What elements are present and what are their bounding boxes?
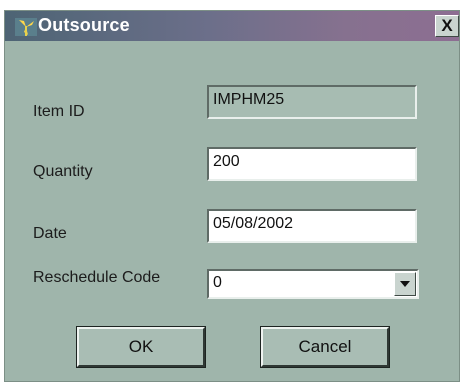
reschedule-code-select[interactable]: 0 <box>207 269 419 299</box>
item-id-field: IMPHM25 <box>207 85 417 119</box>
ok-button[interactable]: OK <box>76 326 206 368</box>
date-label: Date <box>33 225 67 242</box>
close-button[interactable]: X <box>435 15 459 37</box>
item-id-label: Item ID <box>33 103 85 120</box>
chevron-down-icon[interactable] <box>394 272 416 296</box>
windmill-icon <box>15 18 37 36</box>
outsource-dialog: Outsource X Item ID IMPHM25 Quantity 200… <box>4 10 460 382</box>
quantity-label: Quantity <box>33 163 93 180</box>
cancel-button[interactable]: Cancel <box>260 326 390 368</box>
date-input[interactable]: 05/08/2002 <box>207 209 417 243</box>
window-title: Outsource <box>38 15 130 35</box>
reschedule-code-value: 0 <box>213 274 222 291</box>
title-bar[interactable]: Outsource X <box>5 11 459 41</box>
reschedule-code-label: Reschedule Code <box>33 269 161 286</box>
quantity-input[interactable]: 200 <box>207 147 417 181</box>
